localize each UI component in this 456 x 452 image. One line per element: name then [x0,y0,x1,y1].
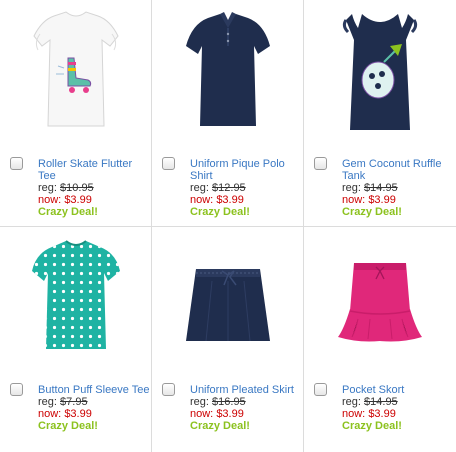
product-grid: Roller Skate Flutter Tee reg: $10.95 now… [0,0,456,452]
product-card: Uniform Pique Polo Shirt reg: $12.95 now… [152,0,304,226]
regular-price-value: $14.95 [364,182,398,194]
regular-price-label: reg: [190,182,209,194]
compare-checkbox[interactable] [162,383,175,396]
product-image-roller-skate-tee[interactable] [14,6,138,142]
product-name-link[interactable]: Uniform Pleated Skirt [190,384,302,396]
sale-price-value: $3.99 [368,194,396,206]
regular-price: reg: $12.95 [190,182,302,194]
regular-price-label: reg: [342,182,361,194]
crazy-deal-badge: Crazy Deal! [342,420,402,432]
crazy-deal-badge: Crazy Deal! [342,206,402,218]
product-image-pleated-skirt[interactable] [166,233,290,369]
product-card: Pocket Skort reg: $14.95 now: $3.99 Craz… [304,227,456,452]
product-card: Uniform Pleated Skirt reg: $16.95 now: $… [152,227,304,452]
product-info: Uniform Pleated Skirt reg: $16.95 now: $… [190,384,302,432]
crazy-deal-badge: Crazy Deal! [38,206,98,218]
product-name-link[interactable]: Button Puff Sleeve Tee [38,384,150,396]
sale-price: now: $3.99 [38,408,150,420]
product-card: Gem Coconut Ruffle Tank reg: $14.95 now:… [304,0,456,226]
regular-price: reg: $7.95 [38,396,150,408]
regular-price-value: $14.95 [364,396,398,408]
sale-price: now: $3.99 [38,194,150,206]
sale-price-label: now: [190,408,214,420]
regular-price-label: reg: [342,396,361,408]
sale-price-label: now: [190,194,214,206]
crazy-deal-badge: Crazy Deal! [38,420,98,432]
product-image-polo-shirt[interactable] [166,6,290,142]
regular-price-value: $7.95 [60,396,88,408]
product-card: Button Puff Sleeve Tee reg: $7.95 now: $… [0,227,152,452]
product-image-ruffle-tank[interactable] [318,6,442,142]
regular-price-label: reg: [190,396,209,408]
crazy-deal-badge: Crazy Deal! [190,206,250,218]
crazy-deal-badge: Crazy Deal! [190,420,250,432]
compare-checkbox[interactable] [10,157,23,170]
sale-price-label: now: [342,194,366,206]
sale-price-value: $3.99 [216,194,244,206]
regular-price-label: reg: [38,182,57,194]
sale-price-value: $3.99 [216,408,244,420]
product-name-link[interactable]: Roller Skate Flutter Tee [38,158,150,182]
regular-price-value: $10.95 [60,182,94,194]
product-name-link[interactable]: Pocket Skort [342,384,454,396]
sale-price-value: $3.99 [64,194,92,206]
sale-price-label: now: [38,194,62,206]
sale-price-label: now: [342,408,366,420]
sale-price-value: $3.99 [64,408,92,420]
regular-price: reg: $14.95 [342,182,454,194]
regular-price-value: $12.95 [212,182,246,194]
sale-price: now: $3.99 [190,408,302,420]
product-name-link[interactable]: Gem Coconut Ruffle Tank [342,158,454,182]
compare-checkbox[interactable] [162,157,175,170]
product-card: Roller Skate Flutter Tee reg: $10.95 now… [0,0,152,226]
sale-price: now: $3.99 [190,194,302,206]
regular-price-label: reg: [38,396,57,408]
product-name-link[interactable]: Uniform Pique Polo Shirt [190,158,302,182]
regular-price-value: $16.95 [212,396,246,408]
product-image-pocket-skort[interactable] [318,233,442,369]
product-info: Gem Coconut Ruffle Tank reg: $14.95 now:… [342,158,454,218]
sale-price-value: $3.99 [368,408,396,420]
compare-checkbox[interactable] [314,383,327,396]
product-info: Pocket Skort reg: $14.95 now: $3.99 Craz… [342,384,454,432]
product-image-puff-sleeve-tee[interactable] [14,233,138,369]
product-info: Uniform Pique Polo Shirt reg: $12.95 now… [190,158,302,218]
compare-checkbox[interactable] [10,383,23,396]
regular-price: reg: $10.95 [38,182,150,194]
sale-price-label: now: [38,408,62,420]
sale-price: now: $3.99 [342,194,454,206]
compare-checkbox[interactable] [314,157,327,170]
product-info: Button Puff Sleeve Tee reg: $7.95 now: $… [38,384,150,432]
regular-price: reg: $16.95 [190,396,302,408]
product-info: Roller Skate Flutter Tee reg: $10.95 now… [38,158,150,218]
regular-price: reg: $14.95 [342,396,454,408]
sale-price: now: $3.99 [342,408,454,420]
